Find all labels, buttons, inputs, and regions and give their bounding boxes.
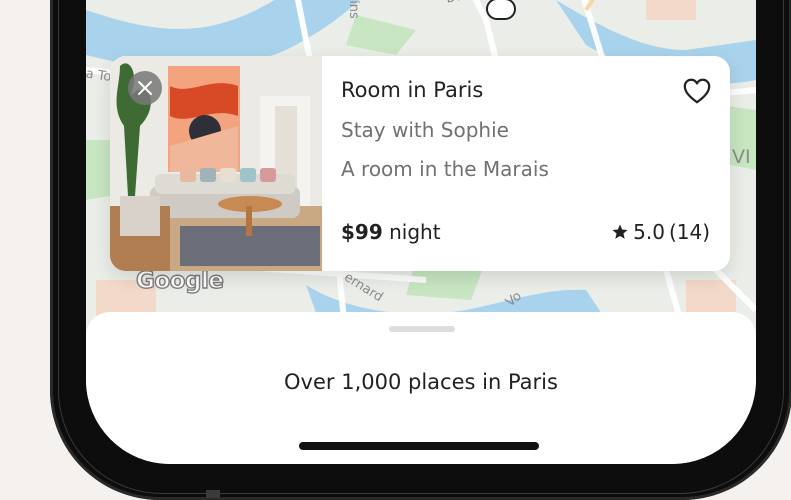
listing-photo[interactable]: [110, 56, 322, 271]
google-logo: Google: [135, 267, 224, 294]
star-icon: [612, 224, 628, 239]
map-price-pin[interactable]: [486, 0, 516, 20]
map-district-label: VI: [732, 146, 751, 168]
rating: 5.0 (14): [611, 220, 710, 244]
home-indicator[interactable]: [299, 442, 539, 450]
listing-title: Room in Paris: [341, 78, 484, 102]
price-row: $99 night: [341, 220, 441, 244]
phone-side-button: [206, 490, 220, 498]
results-count: Over 1,000 places in Paris: [284, 370, 558, 394]
map-street-label: ins: [345, 0, 361, 19]
close-button[interactable]: [128, 71, 162, 105]
listing-description: A room in the Marais: [341, 157, 549, 181]
listing-host: Stay with Sophie: [341, 118, 509, 142]
price-unit: night: [389, 220, 441, 244]
review-count: (14): [668, 220, 710, 244]
sheet-drag-handle[interactable]: [389, 326, 455, 332]
rating-value: 5.0: [633, 220, 665, 244]
price-amount: $99: [341, 220, 383, 244]
listing-card[interactable]: Room in Paris Stay with Sophie A room in…: [110, 56, 730, 271]
close-icon: [138, 81, 152, 95]
listing-details: Room in Paris Stay with Sophie A room in…: [341, 56, 730, 271]
heart-icon: [683, 78, 711, 104]
map-street-label: la To: [86, 66, 113, 85]
favorite-button[interactable]: [682, 76, 712, 106]
phone-screen: ins Bd la To VI ernard Vo Google: [86, 0, 756, 464]
